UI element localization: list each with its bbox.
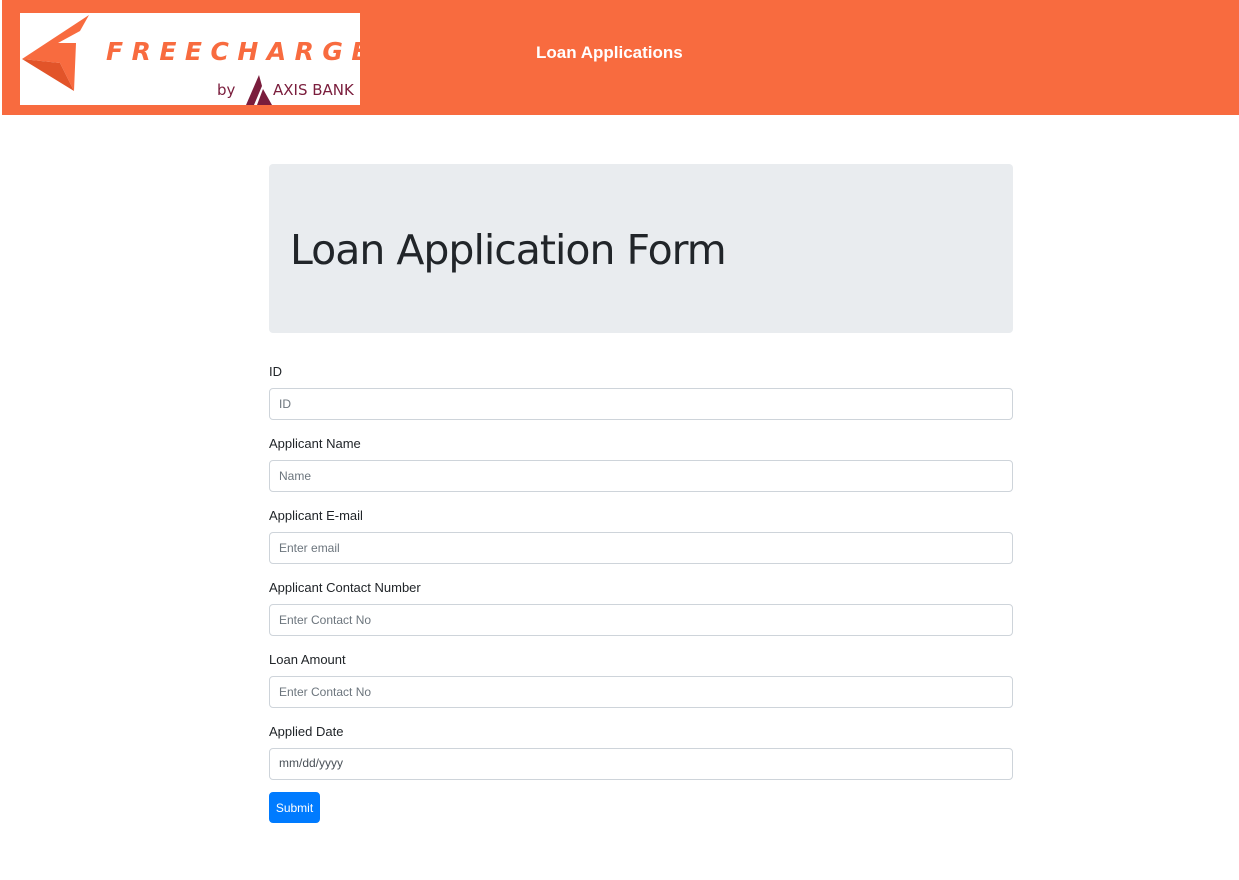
- applicant-contact-label: Applicant Contact Number: [269, 580, 421, 595]
- applicant-contact-input[interactable]: [269, 604, 1013, 636]
- loan-amount-label: Loan Amount: [269, 652, 346, 667]
- logo-by-text: by: [217, 81, 236, 99]
- id-label: ID: [269, 364, 282, 379]
- page-title: Loan Application Form: [290, 226, 727, 274]
- applied-date-label: Applied Date: [269, 724, 344, 739]
- page-header-banner: Loan Application Form: [269, 164, 1013, 333]
- loan-amount-input[interactable]: [269, 676, 1013, 708]
- id-input[interactable]: [269, 388, 1013, 420]
- applicant-email-input[interactable]: [269, 532, 1013, 564]
- logo-partner-text: AXIS BANK: [273, 81, 354, 99]
- applicant-name-input[interactable]: [269, 460, 1013, 492]
- axis-bank-logo-icon: [246, 75, 272, 105]
- applicant-email-label: Applicant E-mail: [269, 508, 363, 523]
- top-navbar: FREECHARGE by AXIS BANK Loan Application…: [2, 0, 1239, 115]
- nav-link-loan-applications[interactable]: Loan Applications: [536, 43, 683, 63]
- submit-button[interactable]: Submit: [269, 792, 320, 823]
- freecharge-axis-logo[interactable]: FREECHARGE by AXIS BANK: [20, 13, 360, 105]
- logo-brand-text: FREECHARGE: [106, 37, 360, 66]
- freecharge-logo-mark-icon: [22, 15, 89, 91]
- applicant-name-label: Applicant Name: [269, 436, 361, 451]
- applied-date-input[interactable]: [269, 748, 1013, 780]
